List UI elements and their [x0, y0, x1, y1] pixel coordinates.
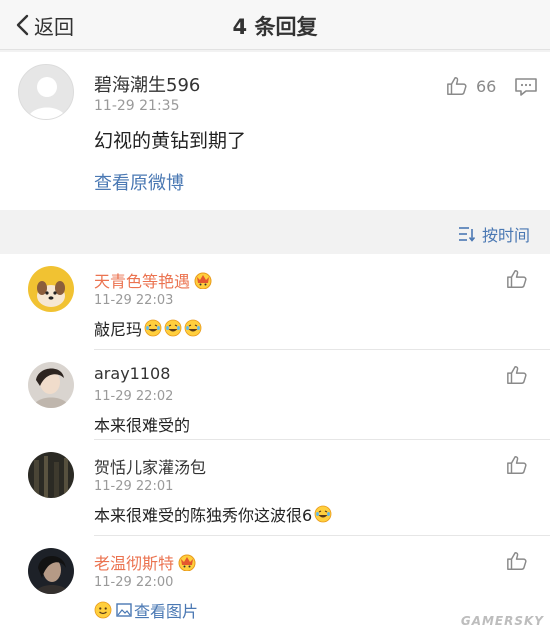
image-icon [116, 603, 132, 617]
sort-time-icon [458, 227, 476, 242]
commenter-name[interactable]: 贺恬儿家灌汤包 [94, 454, 206, 478]
laughing-tears-emoji-icon [164, 319, 182, 337]
commenter-name-text: 老温彻斯特 [94, 554, 175, 573]
view-original-post-link[interactable]: 查看原微博 [94, 169, 184, 195]
reply-comment-icon[interactable] [514, 77, 538, 97]
laughing-tears-emoji-icon [184, 319, 202, 337]
reply-text: 查看图片 [94, 598, 198, 622]
dog-avatar-image [28, 266, 74, 312]
thumbs-up-icon[interactable] [506, 268, 528, 290]
comment-text: 幻视的黄钻到期了 [94, 130, 247, 152]
character-avatar-image [28, 548, 74, 594]
default-avatar-icon [27, 77, 67, 119]
like-button[interactable]: 66 [446, 75, 496, 97]
reply-text: 敲尼玛 [94, 316, 202, 340]
reply-list: 天青色等艳遇 11-29 22:03 敲尼玛 aray1108 11-29 22… [0, 254, 550, 632]
reply-timestamp: 11-29 22:03 [94, 293, 174, 308]
view-image-link[interactable]: 查看图片 [116, 598, 198, 622]
laughing-tears-emoji-icon [314, 505, 332, 523]
commenter-name[interactable]: 天青色等艳遇 [94, 268, 213, 292]
commenter-name[interactable]: 老温彻斯特 [94, 550, 197, 574]
avatar[interactable] [28, 452, 74, 498]
reply-text-content: 敲尼玛 [94, 320, 143, 339]
reply-text-content: 本来很难受的 [94, 416, 191, 435]
crown-icon [194, 272, 212, 289]
view-image-label: 查看图片 [134, 602, 199, 621]
thumbs-up-icon[interactable] [506, 550, 528, 572]
commenter-name-text: 天青色等艳遇 [94, 272, 191, 291]
avatar[interactable] [28, 548, 74, 594]
reply-item: 贺恬儿家灌汤包 11-29 22:01 本来很难受的陈独秀你这波很6 [0, 440, 550, 536]
sort-label: 按时间 [481, 226, 530, 245]
reply-text-content: 本来很难受的陈独秀你这波很6 [94, 506, 313, 525]
crown-icon [178, 554, 196, 571]
smile-emoji-icon [94, 601, 112, 619]
like-count: 66 [476, 76, 497, 96]
commenter-name-text: aray1108 [94, 364, 171, 383]
reply-item: aray1108 11-29 22:02 本来很难受的 [0, 350, 550, 440]
watermark: GAMERSKY [460, 614, 544, 628]
commenter-name[interactable]: aray1108 [94, 364, 170, 383]
portrait-avatar-image [28, 362, 74, 408]
sort-bar: 按时间 [0, 210, 550, 254]
top-bar: 返回 4 条回复 [0, 0, 550, 50]
main-comment: 碧海潮生596 11-29 21:35 幻视的黄钻到期了 查看原微博 66 [0, 52, 550, 210]
avatar[interactable] [28, 362, 74, 408]
reply-item: 天青色等艳遇 11-29 22:03 敲尼玛 [0, 254, 550, 350]
commenter-name-text: 贺恬儿家灌汤包 [94, 458, 207, 477]
thumbs-up-icon [447, 77, 467, 95]
sort-by-time-button[interactable]: 按时间 [458, 222, 530, 246]
page-title: 4 条回复 [232, 15, 318, 39]
reply-timestamp: 11-29 22:01 [94, 479, 174, 494]
laughing-tears-emoji-icon [144, 319, 162, 337]
reply-text: 本来很难受的 [94, 412, 190, 436]
thumbs-up-icon[interactable] [506, 454, 528, 476]
thumbs-up-icon[interactable] [506, 364, 528, 386]
author-name[interactable]: 碧海潮生596 [94, 71, 200, 97]
avatar[interactable] [18, 64, 74, 120]
timestamp: 11-29 21:35 [94, 98, 180, 114]
reply-text: 本来很难受的陈独秀你这波很6 [94, 502, 332, 526]
reply-timestamp: 11-29 22:00 [94, 575, 174, 590]
reply-timestamp: 11-29 22:02 [94, 389, 174, 404]
dark-scene-avatar-image [28, 452, 74, 498]
avatar[interactable] [28, 266, 74, 312]
